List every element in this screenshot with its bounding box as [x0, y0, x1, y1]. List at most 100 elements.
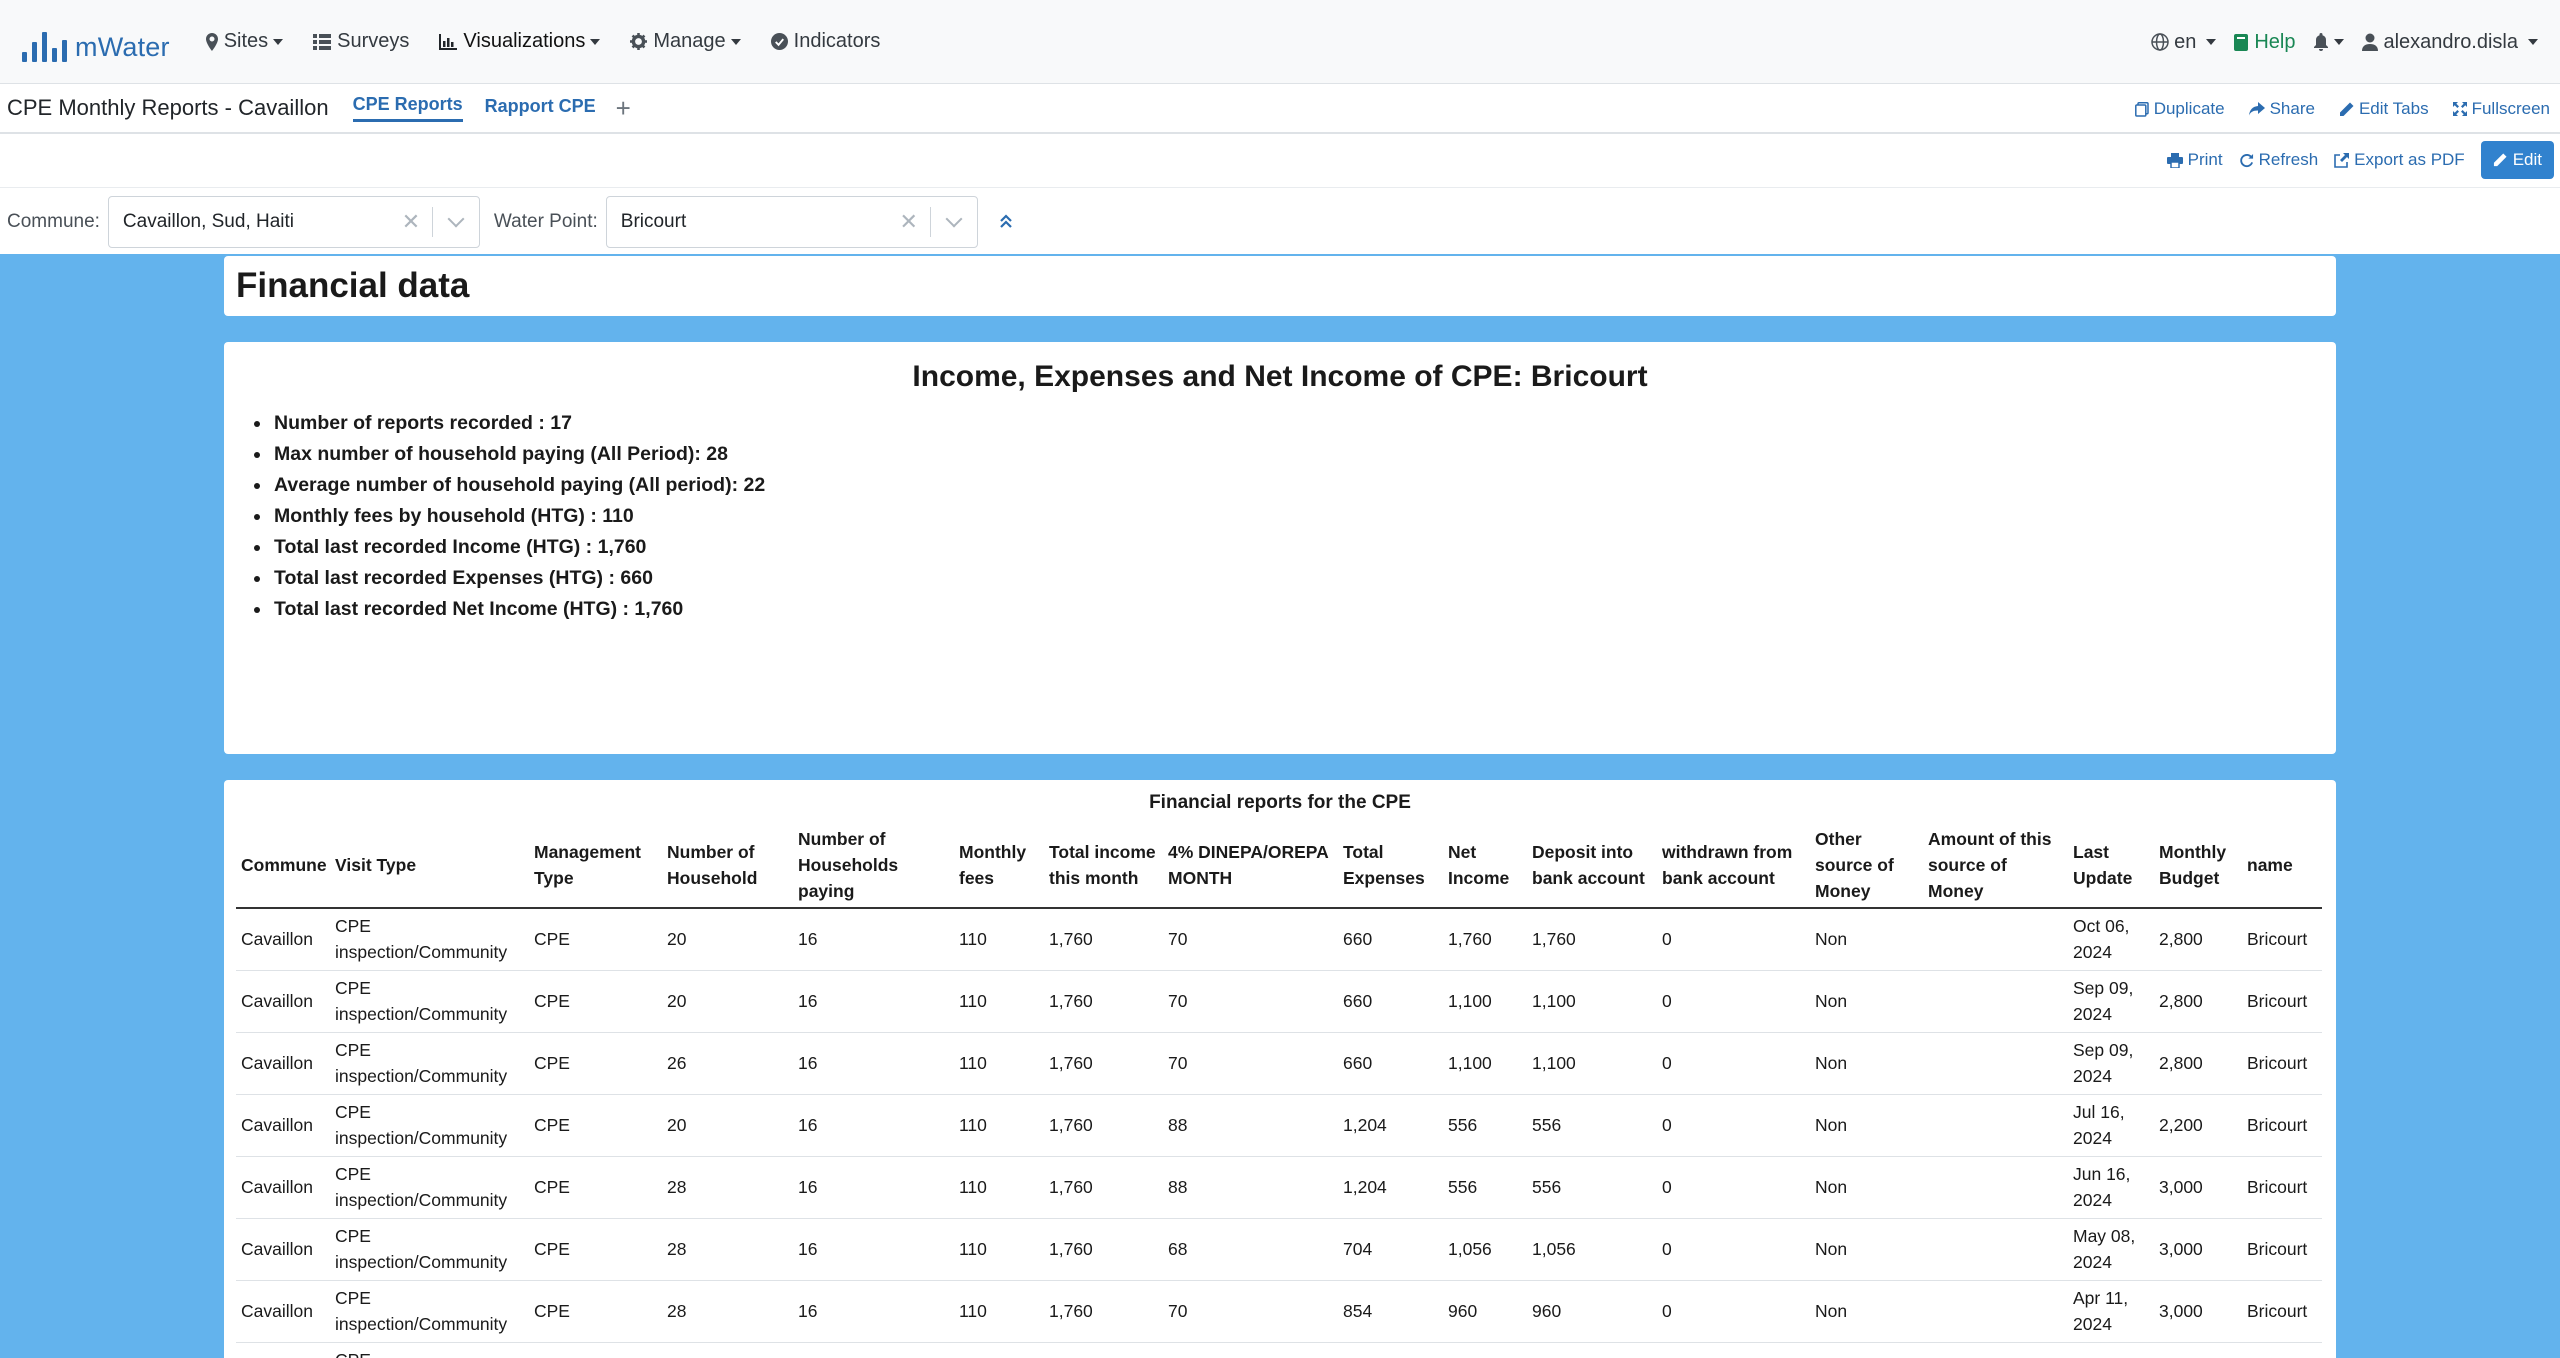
column-header[interactable]: withdrawn from bank account: [1657, 822, 1810, 909]
table-cell: [1923, 1218, 2068, 1281]
summary-item: Total last recorded Net Income (HTG) : 1…: [272, 594, 2336, 625]
column-header[interactable]: Other source of Money: [1810, 822, 1923, 909]
table-cell: 16: [793, 1094, 954, 1157]
table-cell: 88: [1163, 1094, 1338, 1157]
export-pdf-button[interactable]: Export as PDF: [2334, 150, 2465, 170]
table-row[interactable]: Cavaillon CPE inspection/Community CPE 28 16…: [236, 1218, 2322, 1281]
column-header[interactable]: name: [2242, 822, 2322, 909]
table-cell: 1,100: [1443, 970, 1527, 1033]
commune-select[interactable]: Cavaillon, Sud, Haiti ✕: [107, 196, 480, 248]
nav-manage[interactable]: Manage: [630, 30, 741, 53]
print-button[interactable]: Print: [2166, 150, 2223, 170]
table-cell: [1923, 1156, 2068, 1219]
summary-item: Total last recorded Expenses (HTG) : 660: [272, 563, 2336, 594]
table-cell: 110: [954, 970, 1044, 1033]
column-header[interactable]: 4% DINEPA/OREPA MONTH: [1163, 822, 1338, 909]
mwater-logo[interactable]: mWater: [22, 22, 170, 62]
table-cell: 1,760: [1044, 1032, 1163, 1095]
language-selector[interactable]: en: [2151, 31, 2217, 54]
column-header[interactable]: Total Expenses: [1338, 822, 1443, 909]
table-row[interactable]: Cavaillon CPE inspection/Community CPE 20 16…: [236, 908, 2322, 971]
table-cell: 0: [1657, 970, 1810, 1033]
column-header[interactable]: Last Update: [2068, 822, 2154, 909]
summary-item: Total last recorded Income (HTG) : 1,760: [272, 532, 2336, 563]
clear-icon[interactable]: ✕: [888, 209, 930, 235]
table-cell: 1,760: [1044, 908, 1163, 971]
refresh-icon: [2239, 153, 2254, 168]
edit-label: Edit: [2512, 150, 2542, 169]
user-menu[interactable]: alexandro.disla: [2362, 31, 2538, 54]
table-cell: Non: [1810, 1280, 1923, 1343]
column-header[interactable]: Commune: [236, 822, 330, 909]
table-cell: 70: [1163, 908, 1338, 971]
help-link[interactable]: Help: [2234, 31, 2295, 54]
table-cell: [2242, 1342, 2322, 1358]
table-cell: Bricourt: [2242, 1218, 2322, 1281]
notifications-button[interactable]: [2313, 33, 2345, 51]
table-row[interactable]: Cavaillon CPE inspection/Community CPE 20 16…: [236, 970, 2322, 1033]
export-pdf-label: Export as PDF: [2354, 150, 2465, 169]
column-header[interactable]: Total income this month: [1044, 822, 1163, 909]
waterpoint-select[interactable]: Bricourt ✕: [605, 196, 978, 248]
dropdown-toggle[interactable]: [931, 210, 977, 228]
nav-surveys[interactable]: Surveys: [313, 30, 409, 53]
table-cell: CPE: [529, 1094, 662, 1157]
copy-icon: [2134, 101, 2149, 117]
table-cell: 28: [662, 1280, 793, 1343]
list-icon: [313, 33, 332, 50]
column-header[interactable]: Amount of this source of Money: [1923, 822, 2068, 909]
column-header[interactable]: Monthly Budget: [2154, 822, 2242, 909]
fullscreen-button[interactable]: Fullscreen: [2452, 99, 2550, 119]
table-cell: CPE inspection/Community: [330, 1032, 529, 1095]
clear-icon[interactable]: ✕: [390, 209, 432, 235]
refresh-button[interactable]: Refresh: [2239, 150, 2318, 170]
table-row[interactable]: Cavaillon CPE inspection/Community CPE 28 16…: [236, 1280, 2322, 1343]
table-cell: 960: [1527, 1280, 1657, 1343]
table-cell: 1,760: [1527, 908, 1657, 971]
column-header[interactable]: Number of Households paying: [793, 822, 954, 909]
table-cell: CPE: [529, 1156, 662, 1219]
tab-cpe-reports[interactable]: CPE Reports: [352, 94, 463, 122]
column-header[interactable]: Net Income: [1443, 822, 1527, 909]
table-row[interactable]: Cavaillon CPE inspection/Community CPE 26 16…: [236, 1032, 2322, 1095]
column-header[interactable]: Number of Household: [662, 822, 793, 909]
table-cell: 88: [1163, 1156, 1338, 1219]
table-cell: Sep 09, 2024: [2068, 970, 2154, 1033]
table-cell: 26: [662, 1032, 793, 1095]
column-header[interactable]: Deposit into bank account: [1527, 822, 1657, 909]
chevron-down-icon: [447, 210, 465, 228]
edit-tabs-button[interactable]: Edit Tabs: [2339, 99, 2429, 119]
table-cell: 1,760: [1044, 1094, 1163, 1157]
nav-indicators[interactable]: Indicators: [770, 30, 880, 53]
pencil-icon: [2339, 102, 2354, 117]
table-cell: 110: [954, 1156, 1044, 1219]
summary-widget: Income, Expenses and Net Income of CPE: …: [224, 342, 2336, 754]
table-cell: 28: [662, 1218, 793, 1281]
table-row[interactable]: CavaillonCPE inspection/CommunityCPE Apr …: [236, 1342, 2322, 1358]
table-cell: Bricourt: [2242, 970, 2322, 1033]
duplicate-button[interactable]: Duplicate: [2134, 99, 2225, 119]
tab-rapport-cpe[interactable]: Rapport CPE: [485, 96, 596, 121]
table-row[interactable]: Cavaillon CPE inspection/Community CPE 28 16…: [236, 1156, 2322, 1219]
table-cell: May 08, 2024: [2068, 1218, 2154, 1281]
dashboard-title: CPE Monthly Reports - Cavaillon: [7, 95, 329, 120]
dropdown-toggle[interactable]: [433, 210, 479, 228]
table-cell: 68: [1163, 1218, 1338, 1281]
nav-visualizations[interactable]: Visualizations: [439, 30, 601, 53]
column-header[interactable]: Management Type: [529, 822, 662, 909]
check-circle-icon: [770, 33, 788, 50]
add-tab-button[interactable]: +: [616, 95, 631, 121]
collapse-filters-icon[interactable]: [999, 214, 1012, 230]
table-cell: Cavaillon: [236, 1280, 330, 1343]
table-cell: 28: [662, 1156, 793, 1219]
nav-sites[interactable]: Sites: [205, 30, 284, 53]
table-cell: 110: [954, 1094, 1044, 1157]
table-row[interactable]: Cavaillon CPE inspection/Community CPE 20 16…: [236, 1094, 2322, 1157]
column-header[interactable]: Visit Type: [330, 822, 529, 909]
table-cell: Non: [1810, 1094, 1923, 1157]
column-header[interactable]: Monthly fees: [954, 822, 1044, 909]
share-button[interactable]: Share: [2248, 99, 2315, 119]
external-link-icon: [2334, 152, 2350, 168]
table-cell: 70: [1163, 970, 1338, 1033]
edit-button[interactable]: Edit: [2480, 141, 2554, 179]
